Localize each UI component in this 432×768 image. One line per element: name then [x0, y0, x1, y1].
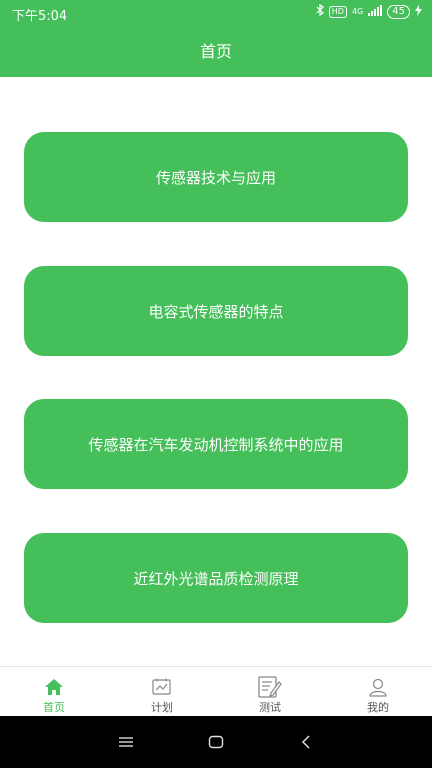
hd-badge: HD [328, 5, 347, 18]
card-label: 电容式传感器的特点 [148, 302, 284, 321]
battery-indicator: 45 [387, 4, 410, 19]
tab-label: 首页 [43, 701, 65, 714]
status-time: 下午5:04 [12, 9, 68, 24]
page-title: 首页 [0, 26, 432, 77]
card-label: 传感器在汽车发动机控制系统中的应用 [88, 435, 344, 454]
network-type: 4G [351, 6, 364, 16]
tab-test[interactable]: 测试 [216, 667, 324, 717]
card-label: 传感器技术与应用 [155, 168, 276, 187]
charging-icon [415, 4, 422, 19]
status-icons: HD 4G 45 [316, 3, 422, 19]
home-square-icon[interactable] [206, 734, 226, 750]
tab-plan[interactable]: 计划 [108, 667, 216, 717]
plan-icon [152, 676, 172, 698]
tab-label: 计划 [151, 701, 173, 714]
profile-icon [368, 676, 388, 698]
signal-icon [368, 4, 383, 19]
card-label: 近红外光谱品质检测原理 [133, 569, 299, 588]
tab-label: 测试 [259, 701, 281, 714]
status-bar: 下午5:04 HD 4G 45 [0, 0, 432, 26]
system-nav-bar [0, 716, 432, 768]
home-icon [44, 676, 64, 698]
tab-home[interactable]: 首页 [0, 667, 108, 717]
bottom-tab-bar: 首页 计划 测试 我的 [0, 666, 432, 717]
card-sensor-technology[interactable]: 传感器技术与应用 [24, 132, 408, 222]
test-icon [258, 676, 282, 698]
tab-profile[interactable]: 我的 [324, 667, 432, 717]
card-nir-spectroscopy[interactable]: 近红外光谱品质检测原理 [24, 533, 408, 623]
menu-icon[interactable] [116, 734, 136, 750]
bluetooth-icon [316, 3, 324, 19]
card-automotive-sensor[interactable]: 传感器在汽车发动机控制系统中的应用 [24, 399, 408, 489]
back-icon[interactable] [296, 734, 316, 750]
tab-label: 我的 [367, 701, 389, 714]
card-capacitive-sensor[interactable]: 电容式传感器的特点 [24, 266, 408, 356]
